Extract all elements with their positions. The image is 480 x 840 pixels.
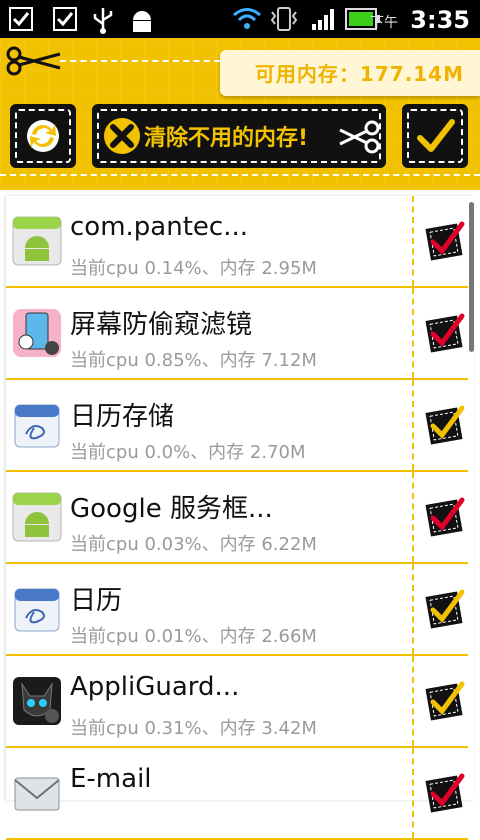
header-dashed-line — [0, 174, 480, 176]
calendar-icon — [14, 404, 60, 448]
scissors-icon — [339, 120, 380, 154]
checkmark-icon — [417, 119, 455, 152]
privacy-filter-icon — [13, 309, 61, 357]
app-stats: 当前cpu 0.31%、内存 3.42M — [70, 718, 317, 739]
signal-icon — [312, 9, 334, 30]
refresh-button[interactable] — [10, 104, 76, 168]
clean-memory-button[interactable]: 清除不用的内存! — [92, 104, 386, 168]
app-name: 屏幕防偷窥滤镜 — [70, 310, 253, 340]
app-name: E-mail — [70, 764, 152, 794]
header-dashed-line — [60, 60, 220, 62]
status-bar: 下午 3:35 — [0, 0, 480, 38]
list-item[interactable]: AppliGuard... 当前cpu 0.31%、内存 3.42M — [6, 656, 468, 748]
checkbox-checked-yellow[interactable] — [424, 678, 468, 722]
checkbox-checked-yellow[interactable] — [424, 402, 468, 446]
list-item[interactable]: 日历存储 当前cpu 0.0%、内存 2.70M — [6, 380, 468, 472]
refresh-icon — [27, 120, 59, 152]
android-debug-icon — [133, 11, 151, 32]
app-stats: 当前cpu 0.85%、内存 7.12M — [70, 350, 317, 371]
app-name: Google 服务框... — [70, 494, 273, 524]
usb-icon — [93, 8, 113, 34]
vibrate-icon — [270, 7, 298, 31]
appliguard-icon — [13, 677, 61, 725]
checkbox-notification-icon — [53, 7, 77, 31]
available-memory-text: 可用内存：177.14M — [254, 62, 464, 86]
list-item[interactable]: com.pantec... 当前cpu 0.14%、内存 2.95M — [6, 196, 468, 288]
checkbox-checked-yellow[interactable] — [424, 586, 468, 630]
email-icon — [14, 777, 60, 811]
app-name: 日历存储 — [70, 402, 175, 432]
checkbox-checked-red[interactable] — [424, 310, 468, 354]
close-x-icon — [104, 118, 140, 154]
app-stats: 当前cpu 0.14%、内存 2.95M — [70, 258, 317, 279]
app-name: com.pantec... — [70, 212, 248, 242]
scrollbar[interactable] — [469, 202, 474, 352]
select-all-button[interactable] — [402, 104, 468, 168]
list-item[interactable]: Google 服务框... 当前cpu 0.03%、内存 6.22M — [6, 472, 468, 564]
list-item[interactable]: 屏幕防偷窥滤镜 当前cpu 0.85%、内存 7.12M — [6, 288, 468, 380]
app-stats: 当前cpu 0.0%、内存 2.70M — [70, 442, 306, 463]
checkbox-notification-icon — [9, 7, 33, 31]
available-memory-banner: 可用内存：177.14M — [220, 50, 480, 96]
status-time: 3:35 — [410, 6, 470, 34]
list-item[interactable]: E-mail — [6, 748, 468, 840]
list-item[interactable]: 日历 当前cpu 0.01%、内存 2.66M — [6, 564, 468, 656]
app-name: AppliGuard... — [70, 672, 240, 702]
calendar-icon — [14, 588, 60, 632]
android-app-icon — [12, 216, 62, 266]
app-name: 日历 — [70, 586, 123, 616]
android-app-icon — [12, 492, 62, 542]
checkbox-checked-red[interactable] — [424, 218, 468, 262]
status-ampm: 下午 — [370, 15, 398, 31]
header: 可用内存：177.14M 清除不用的内存! — [0, 38, 480, 190]
clean-memory-label: 清除不用的内存! — [144, 126, 309, 151]
checkbox-checked-red[interactable] — [424, 494, 468, 538]
checkbox-checked-red[interactable] — [424, 770, 468, 814]
running-app-list[interactable]: com.pantec... 当前cpu 0.14%、内存 2.95M 屏幕防偷窥… — [6, 196, 474, 840]
wifi-icon — [233, 8, 261, 29]
scissors-icon — [6, 46, 61, 76]
app-stats: 当前cpu 0.03%、内存 6.22M — [70, 534, 317, 555]
app-stats: 当前cpu 0.01%、内存 2.66M — [70, 626, 317, 647]
